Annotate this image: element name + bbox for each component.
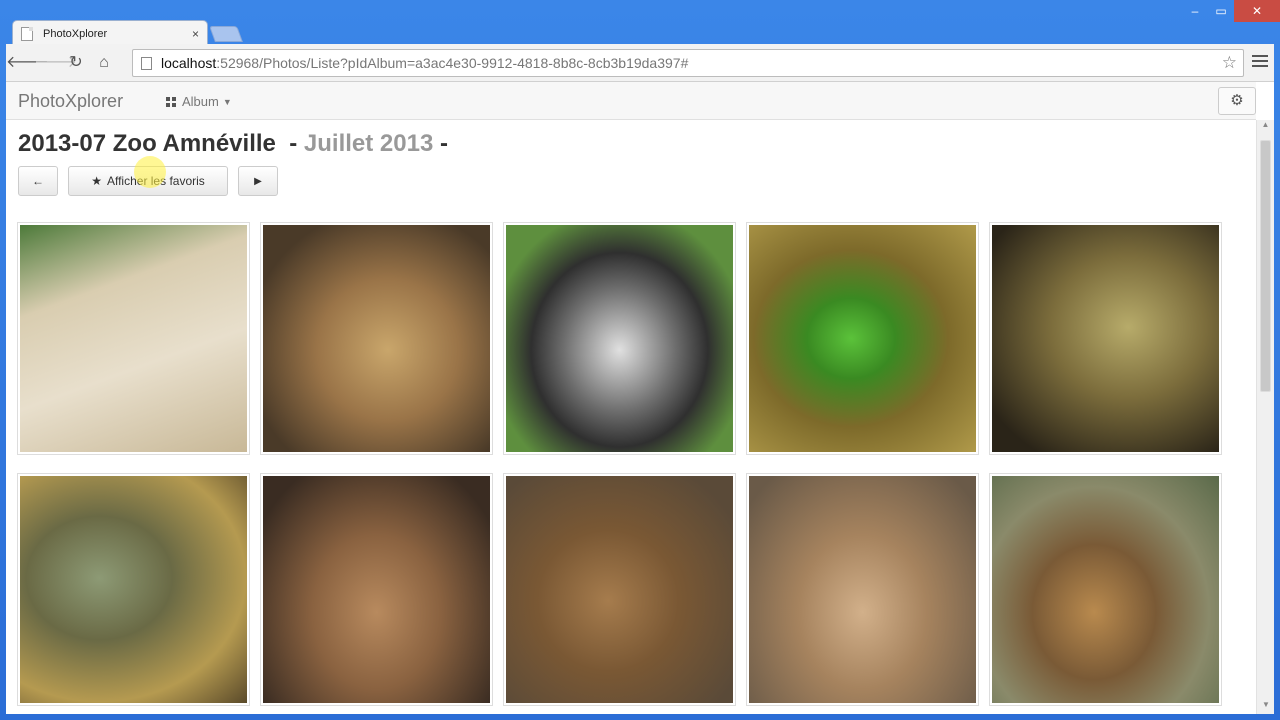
photo-thumbnail[interactable]: [746, 222, 979, 455]
scroll-thumb[interactable]: [1260, 140, 1271, 392]
tab-title: PhotoXplorer: [43, 27, 108, 40]
prairie-dog-photo-1: [263, 476, 490, 703]
settings-button[interactable]: ⚙: [1218, 87, 1256, 115]
photo-thumbnail[interactable]: [17, 222, 250, 455]
photo-grid: [17, 222, 1222, 706]
home-icon[interactable]: ⌂: [90, 49, 118, 77]
photo-thumbnail[interactable]: [746, 473, 979, 706]
maximize-icon[interactable]: ▭: [1208, 0, 1234, 22]
back-icon[interactable]: 🡐: [6, 49, 49, 77]
grid-icon: [166, 96, 176, 107]
iguana-photo: [20, 476, 247, 703]
title-separator: -: [440, 130, 448, 157]
minimize-icon[interactable]: ‒: [1182, 0, 1208, 22]
album-date: Juillet 2013: [303, 130, 434, 157]
photo-thumbnail[interactable]: [17, 473, 250, 706]
previous-album-button[interactable]: ←: [18, 166, 58, 196]
scroll-down-icon[interactable]: ▼: [1257, 700, 1274, 714]
brand-logo[interactable]: PhotoXplorer: [18, 91, 123, 112]
serval-photo: [992, 476, 1219, 703]
browser-tab[interactable]: PhotoXplorer ×: [12, 20, 208, 46]
photo-thumbnail[interactable]: [989, 473, 1222, 706]
bookmark-star-icon[interactable]: ☆: [1222, 53, 1237, 73]
app-navbar: PhotoXplorer Album ▼ ⚙: [6, 82, 1256, 120]
new-tab-button[interactable]: [209, 26, 243, 42]
browser-menu-icon[interactable]: [1252, 52, 1268, 68]
forward-icon[interactable]: 🡒: [34, 49, 77, 77]
title-separator: -: [289, 130, 298, 157]
tab-close-icon[interactable]: ×: [192, 27, 199, 41]
prairie-dog-photo-3: [749, 476, 976, 703]
prairie-dog-photo-2: [506, 476, 733, 703]
lion-photo: [263, 225, 490, 452]
page-title: 2013-07 Zoo Amnéville - Juillet 2013 -: [18, 130, 448, 158]
arrow-left-icon: ←: [32, 174, 44, 188]
photo-thumbnail[interactable]: [503, 473, 736, 706]
web-page: PhotoXplorer Album ▼ ⚙ ▲ ▼ 2013-07 Zoo A…: [6, 82, 1274, 714]
reload-icon[interactable]: ↻: [62, 49, 90, 77]
goat-photo: [506, 225, 733, 452]
gear-icon: ⚙: [1230, 92, 1244, 109]
photo-thumbnail[interactable]: [503, 222, 736, 455]
page-info-icon: [141, 56, 152, 70]
white-lioness-photo: [20, 225, 247, 452]
album-title: 2013-07 Zoo Amnéville: [18, 130, 276, 157]
play-icon: ▶: [254, 175, 262, 187]
browser-window: PhotoXplorer × ‒ ▭ ✕ 🡐 🡒 ↻ ⌂ localhost:5…: [0, 0, 1280, 720]
page-scrollbar[interactable]: ▲ ▼: [1256, 120, 1274, 714]
address-bar[interactable]: localhost:52968/Photos/Liste?pIdAlbum=a3…: [132, 49, 1244, 77]
tab-strip: PhotoXplorer × ‒ ▭ ✕: [0, 0, 1280, 46]
photo-thumbnail[interactable]: [260, 473, 493, 706]
browser-toolbar: 🡐 🡒 ↻ ⌂ localhost:52968/Photos/Liste?pId…: [6, 44, 1274, 82]
scroll-up-icon[interactable]: ▲: [1257, 120, 1274, 134]
close-window-icon[interactable]: ✕: [1234, 0, 1280, 22]
next-album-button[interactable]: ▶: [238, 166, 278, 196]
window-controls: ‒ ▭ ✕: [1182, 0, 1280, 22]
cursor-highlight: [134, 156, 166, 188]
album-dropdown[interactable]: Album ▼: [166, 94, 232, 109]
star-icon: ★: [91, 174, 102, 188]
page-icon: [21, 26, 33, 41]
caret-down-icon: ▼: [222, 96, 232, 107]
photo-thumbnail[interactable]: [989, 222, 1222, 455]
album-menu-label: Album: [182, 94, 219, 109]
url-text: localhost:52968/Photos/Liste?pIdAlbum=a3…: [161, 55, 689, 71]
photo-thumbnail[interactable]: [260, 222, 493, 455]
green-lizard-photo: [749, 225, 976, 452]
tortoise-photo: [992, 225, 1219, 452]
